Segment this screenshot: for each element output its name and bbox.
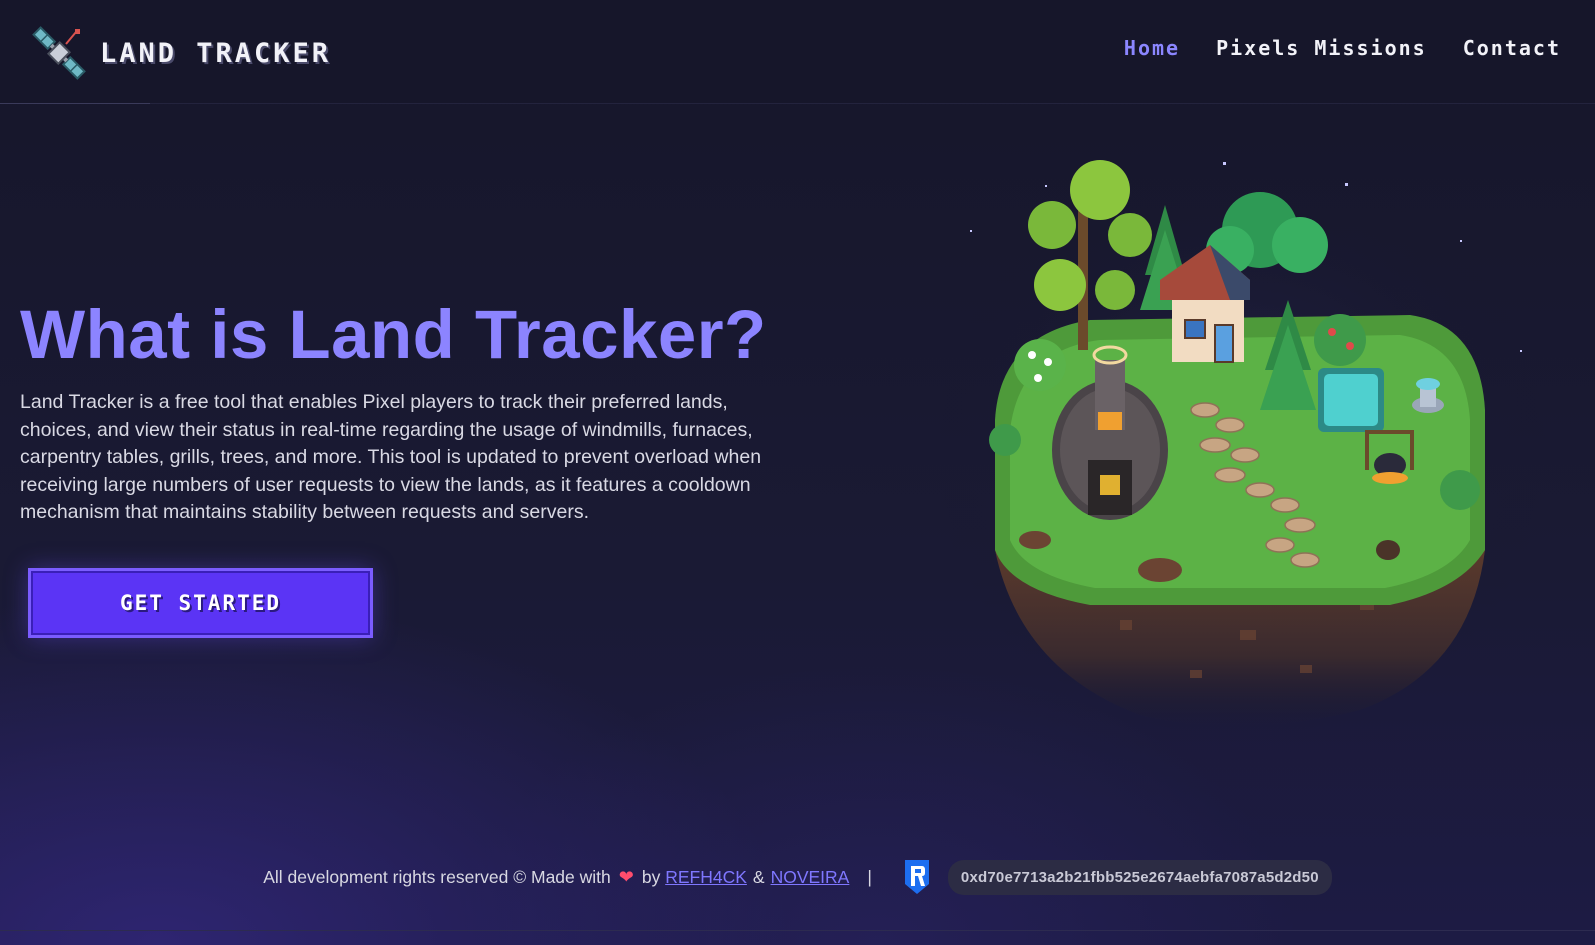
ampersand: & <box>752 866 765 887</box>
rights-text: All development rights reserved © Made w… <box>263 866 611 887</box>
author-link-refh4ck[interactable]: REFH4CK <box>665 867 747 888</box>
hero-description: Land Tracker is a free tool that enables… <box>20 391 762 523</box>
floating-island-illustration <box>930 150 1560 740</box>
nav-pixels-missions[interactable]: Pixels Missions <box>1216 36 1427 60</box>
main-nav: Home Pixels Missions Contact <box>1124 36 1561 60</box>
site-footer: All development rights reserved © Made w… <box>0 856 1595 898</box>
ronin-wallet-icon <box>904 860 929 894</box>
satellite-icon <box>32 26 86 80</box>
author-link-noveira[interactable]: NOVEIRA <box>771 867 850 888</box>
nav-contact[interactable]: Contact <box>1463 36 1561 60</box>
header-divider <box>0 103 150 104</box>
nav-home[interactable]: Home <box>1124 36 1180 60</box>
page-title: What is Land Tracker? <box>20 296 767 373</box>
logo[interactable]: LAND TRACKER <box>30 24 331 82</box>
by-text: by <box>641 866 661 887</box>
site-header: LAND TRACKER Home Pixels Missions Contac… <box>0 0 1595 104</box>
footer-separator: | <box>867 866 872 887</box>
wallet-address[interactable]: 0xd70e7713a2b21fbb525e2674aebfa7087a5d2d… <box>947 859 1332 895</box>
get-started-button[interactable]: GET STARTED <box>28 568 373 638</box>
logo-text: LAND TRACKER <box>100 37 332 69</box>
bottom-divider <box>0 930 1595 931</box>
island-image <box>930 160 1550 740</box>
heart-icon: ❤ <box>618 866 634 887</box>
